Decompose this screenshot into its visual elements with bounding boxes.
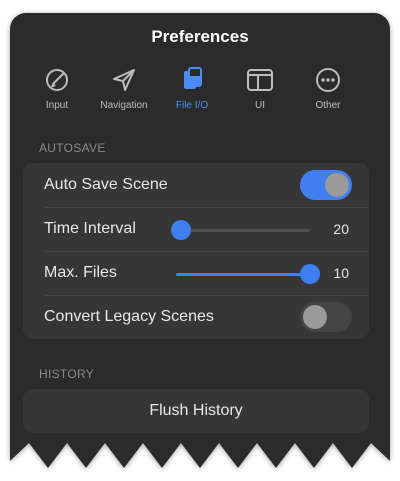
tab-label: Input: [45, 100, 69, 111]
paper-plane-icon: [113, 69, 135, 91]
time-interval-value: 20: [333, 221, 349, 237]
toggle-knob: [325, 173, 349, 197]
window-layout-icon: [247, 69, 273, 91]
tab-label: UI: [255, 100, 265, 111]
slider-thumb[interactable]: [171, 220, 192, 240]
section-header-history: HISTORY: [39, 367, 95, 381]
time-interval-slider[interactable]: [171, 220, 310, 240]
convert-legacy-toggle[interactable]: [300, 302, 352, 332]
auto-save-scene-toggle[interactable]: [300, 170, 352, 200]
tab-label: File I/O: [175, 100, 209, 111]
time-interval-label: Time Interval: [44, 220, 136, 237]
max-files-label: Max. Files: [44, 264, 117, 281]
slider-fill: [176, 273, 310, 276]
toggle-knob: [303, 305, 327, 329]
slider-thumb[interactable]: [300, 264, 320, 284]
preferences-panel: Preferences Input Navigation File I/O UI…: [10, 13, 390, 468]
tab-label: Other: [315, 100, 341, 111]
documents-icon: [184, 67, 202, 89]
section-header-autosave: AUTOSAVE: [39, 141, 106, 155]
flush-history-label: Flush History: [149, 402, 243, 419]
preferences-popover: Preferences Input Navigation File I/O UI…: [10, 13, 390, 468]
tab-bar: Input Navigation File I/O UI Other: [10, 65, 390, 121]
ellipsis-circle-icon: [316, 68, 340, 92]
max-files-row: Max. Files 10: [23, 251, 369, 295]
tab-file-io[interactable]: File I/O: [154, 65, 230, 121]
time-interval-row: Time Interval 20: [23, 207, 369, 251]
auto-save-scene-row: Auto Save Scene: [23, 163, 369, 207]
max-files-value: 10: [333, 265, 349, 281]
tab-label: Navigation: [100, 100, 148, 111]
tab-navigation[interactable]: Navigation: [86, 65, 162, 121]
panel-title: Preferences: [151, 27, 249, 46]
tab-ui[interactable]: UI: [222, 65, 298, 121]
convert-legacy-row: Convert Legacy Scenes: [23, 295, 369, 339]
pencil-circle-icon: [46, 69, 68, 91]
auto-save-scene-label: Auto Save Scene: [44, 176, 168, 193]
convert-legacy-label: Convert Legacy Scenes: [44, 308, 214, 325]
flush-history-button[interactable]: Flush History: [23, 389, 369, 433]
autosave-group: Auto Save Scene Time Interval 20 Max. Fi…: [23, 163, 369, 339]
tab-input[interactable]: Input: [19, 65, 95, 121]
tab-other[interactable]: Other: [290, 65, 366, 121]
max-files-slider[interactable]: [176, 264, 320, 284]
